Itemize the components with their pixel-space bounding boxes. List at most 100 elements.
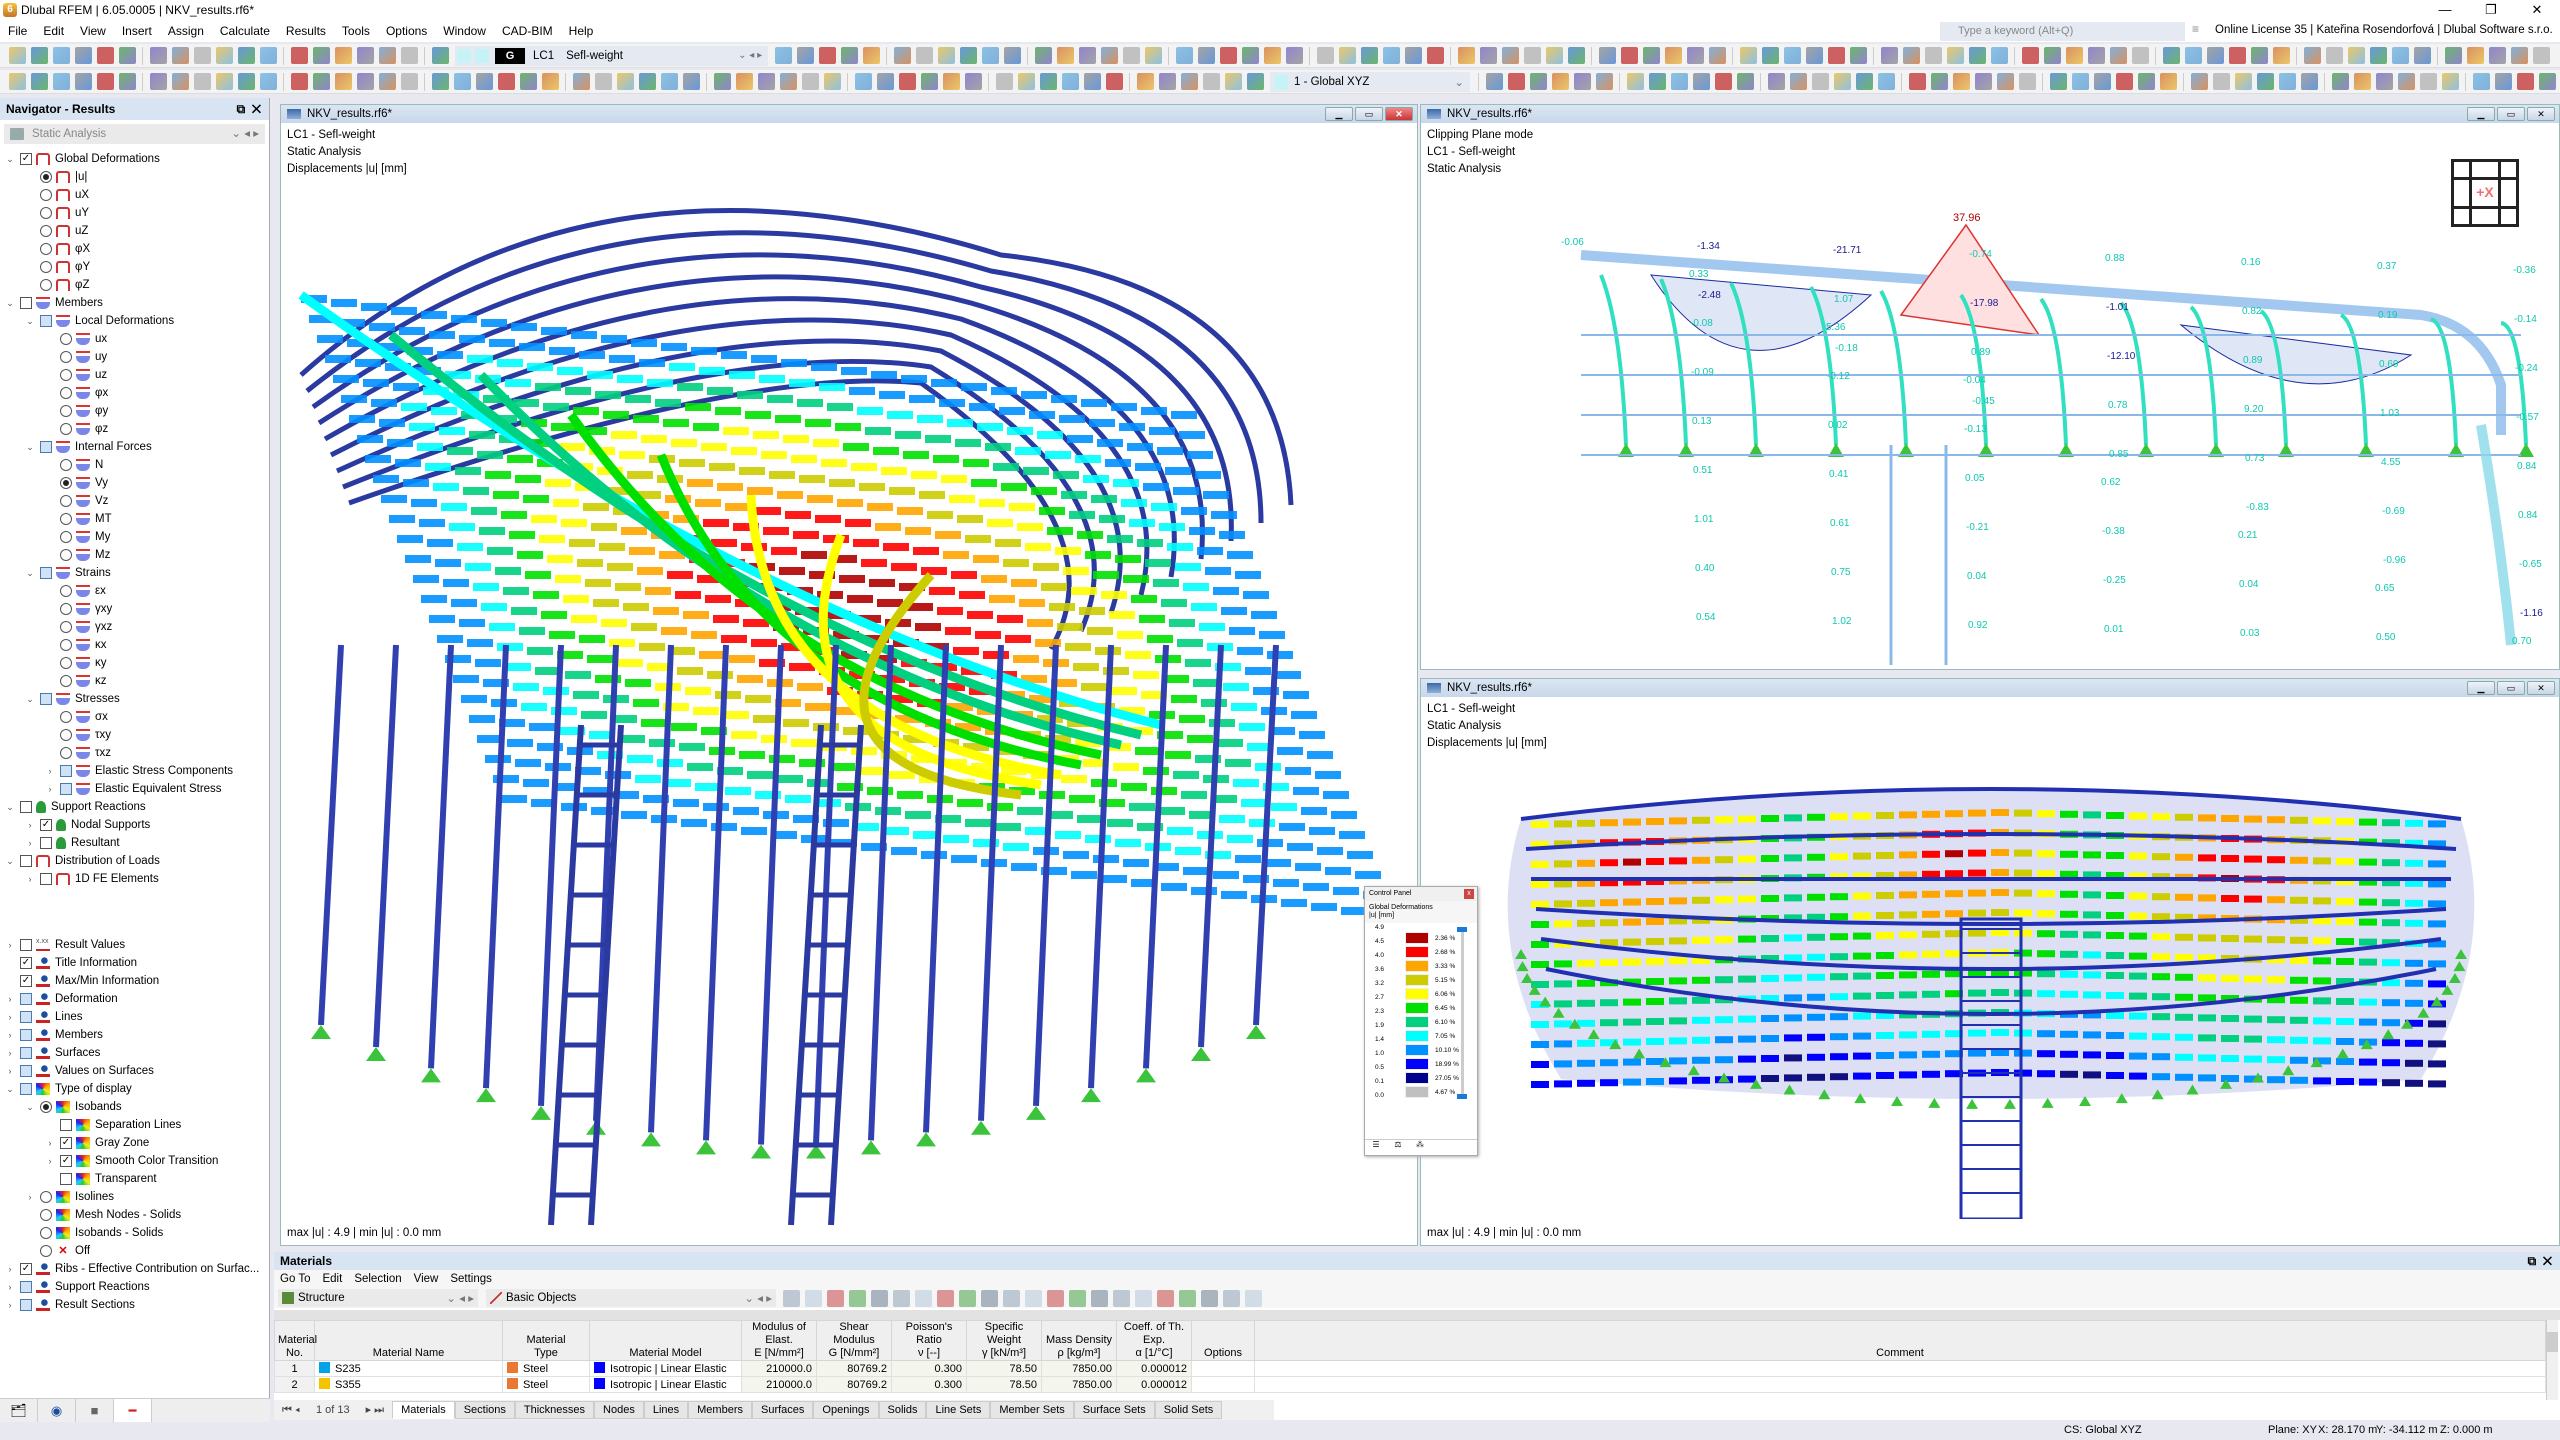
toolbar-tool-icon[interactable] <box>2115 73 2133 90</box>
structure-3d-view[interactable] <box>281 145 1417 1245</box>
toolbar-tool-icon[interactable] <box>2137 73 2155 90</box>
chevron-right-icon[interactable]: › <box>24 1192 36 1202</box>
close-icon[interactable]: ✕ <box>2543 1254 2552 1268</box>
menu-results[interactable]: Results <box>278 24 334 38</box>
toolbar-tool-icon[interactable] <box>1946 47 1964 64</box>
toolbar-tool-icon[interactable] <box>757 73 775 90</box>
nav-item[interactable]: γxy <box>0 600 112 618</box>
status-coordinate-system[interactable]: CS: Global XYZ <box>2064 1424 2142 1436</box>
toolbar-tool-icon[interactable] <box>237 47 255 64</box>
column-header[interactable]: Material Name <box>314 1320 503 1361</box>
toolbar-tool-icon[interactable] <box>312 73 330 90</box>
cell-G[interactable]: 80769.2 <box>816 1376 892 1393</box>
chevron-down-icon[interactable]: ⌄ <box>24 316 36 327</box>
toolbar-tool-icon[interactable] <box>1642 47 1660 64</box>
toolbar-tool-icon[interactable] <box>2184 47 2202 64</box>
nav-item[interactable]: ⌄ Internal Forces <box>0 438 152 456</box>
toolbar-tool-icon[interactable] <box>1692 73 1710 90</box>
toolbar-tool-icon[interactable] <box>2018 73 2036 90</box>
toolbar-tool-icon[interactable] <box>981 47 999 64</box>
toolbar-tool-icon[interactable] <box>2413 47 2431 64</box>
chevron-right-icon[interactable]: › <box>4 1012 16 1022</box>
float-icon[interactable]: ⧉ <box>2528 1254 2537 1268</box>
scale-tab-icon[interactable]: ⚖ <box>1387 1140 1409 1155</box>
cell-material-name[interactable]: S355 <box>314 1376 503 1393</box>
toolbar-tool-icon[interactable] <box>2510 47 2528 64</box>
radio-button[interactable] <box>60 423 72 435</box>
toolbar-tool-icon[interactable] <box>1902 47 1920 64</box>
close-button[interactable]: ✕ <box>2514 0 2560 20</box>
radio-button[interactable] <box>60 351 72 363</box>
toolbar-tool-icon[interactable] <box>1180 73 1198 90</box>
toolbar-tool-icon[interactable] <box>2516 73 2534 90</box>
toolbar-tool-icon[interactable] <box>1507 73 1525 90</box>
menu-tools[interactable]: Tools <box>334 24 378 38</box>
checkbox[interactable]: ✓ <box>60 1137 72 1149</box>
table-tool-icon[interactable] <box>936 1289 954 1307</box>
cell-material-type[interactable]: Steel <box>502 1376 590 1393</box>
cell-rho[interactable]: 7850.00 <box>1041 1376 1117 1393</box>
toolbar-tool-icon[interactable] <box>1056 47 1074 64</box>
nav-item[interactable]: ⌄ Type of display <box>0 1080 132 1098</box>
column-header[interactable]: Shear Modulus G [N/mm²] <box>816 1320 892 1361</box>
toolbar-tool-icon[interactable] <box>1523 47 1541 64</box>
minimize-button[interactable]: ▁ <box>2467 681 2495 695</box>
radio-button[interactable] <box>60 729 72 741</box>
toolbar-tool-icon[interactable] <box>1930 73 1948 90</box>
toolbar-tool-icon[interactable] <box>1083 73 1101 90</box>
checkbox[interactable] <box>20 1065 32 1077</box>
checkbox[interactable] <box>20 1047 32 1059</box>
toolbar-tool-icon[interactable] <box>1105 73 1123 90</box>
checkbox[interactable] <box>20 855 32 867</box>
chevron-right-icon[interactable]: › <box>4 1030 16 1040</box>
column-header[interactable]: Comment <box>1254 1320 2546 1361</box>
table-menu-view[interactable]: View <box>408 1273 445 1285</box>
toolbar-tool-icon[interactable] <box>959 47 977 64</box>
radio-button[interactable] <box>60 639 72 651</box>
toolbar-tool-icon[interactable] <box>2532 47 2550 64</box>
toolbar-tool-icon[interactable] <box>1479 47 1497 64</box>
cell-E[interactable]: 210000.0 <box>741 1360 817 1377</box>
toolbar-tool-icon[interactable] <box>1783 47 1801 64</box>
toolbar-tool-icon[interactable] <box>1714 73 1732 90</box>
radio-button[interactable] <box>60 549 72 561</box>
nav-item[interactable]: Isobands - Solids <box>0 1224 163 1242</box>
toolbar-tool-icon[interactable] <box>2093 73 2111 90</box>
cell-comment[interactable] <box>1254 1360 2546 1377</box>
toolbar-tool-icon[interactable] <box>1338 47 1356 64</box>
table-tool-icon[interactable] <box>1090 1289 1108 1307</box>
toolbar-tool-icon[interactable] <box>215 73 233 90</box>
toolbar-tool-icon[interactable] <box>818 47 836 64</box>
toolbar-tool-icon[interactable] <box>2109 47 2127 64</box>
column-header[interactable]: Material Type <box>502 1320 590 1361</box>
toolbar-tool-icon[interactable] <box>1197 47 1215 64</box>
toolbar-tool-icon[interactable] <box>30 73 48 90</box>
nav-item[interactable]: ✓ Title Information <box>0 954 137 972</box>
radio-button[interactable] <box>60 495 72 507</box>
radio-button[interactable] <box>40 1191 52 1203</box>
nav-item[interactable]: ⌄ Members <box>0 294 103 312</box>
checkbox[interactable] <box>40 567 52 579</box>
toolbar-tool-icon[interactable] <box>2131 47 2149 64</box>
toolbar-tool-icon[interactable] <box>1219 47 1237 64</box>
radio-button[interactable] <box>60 369 72 381</box>
toolbar-tool-icon[interactable] <box>2272 47 2290 64</box>
toolbar-tool-icon[interactable] <box>2488 47 2506 64</box>
nav-item[interactable]: φy <box>0 402 108 420</box>
nav-item[interactable]: › Elastic Equivalent Stress <box>0 780 222 798</box>
nav-item[interactable]: uY <box>0 204 89 222</box>
toolbar-tool-icon[interactable] <box>2325 47 2343 64</box>
nav-item[interactable]: ⌄ ✓ Global Deformations <box>0 150 160 168</box>
table-tool-icon[interactable] <box>1112 1289 1130 1307</box>
nav-item[interactable]: φz <box>0 420 108 438</box>
toolbar-tool-icon[interactable] <box>2234 73 2252 90</box>
radio-button[interactable] <box>60 747 72 759</box>
toolbar-tool-icon[interactable] <box>920 73 938 90</box>
nav-item[interactable]: φZ <box>0 276 89 294</box>
toolbar-tool-icon[interactable] <box>2071 73 2089 90</box>
chevron-down-icon[interactable]: ⌄ ◂ ▸ <box>744 1291 772 1305</box>
radio-button[interactable] <box>60 459 72 471</box>
toolbar-tool-icon[interactable] <box>74 73 92 90</box>
menu-insert[interactable]: Insert <box>114 24 160 38</box>
toolbar-tool-icon[interactable] <box>1789 73 1807 90</box>
